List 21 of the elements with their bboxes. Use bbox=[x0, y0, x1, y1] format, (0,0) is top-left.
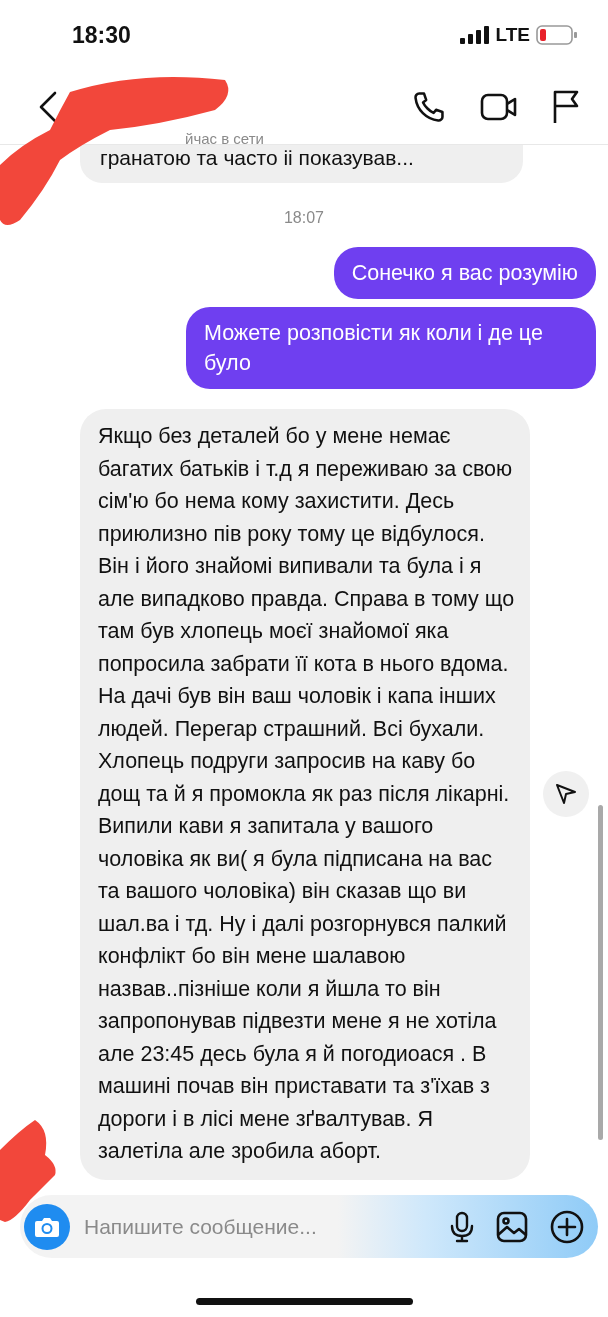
clock: 18:30 bbox=[72, 21, 131, 49]
message-field[interactable]: Напишите сообщение... bbox=[82, 1213, 450, 1240]
share-icon[interactable] bbox=[543, 771, 589, 818]
message-bubble: Можете розповісти як коли і де це було bbox=[186, 307, 596, 389]
video-camera-icon[interactable] bbox=[480, 92, 518, 122]
network-type: LTE bbox=[495, 24, 530, 46]
signal-icon bbox=[459, 26, 490, 44]
message-bubble: Якщо без деталей бо у мене немає багатих батьків і т.д я переживаю за свою сім'ю бо нема кому захистити. Десь приюлизно пів року тому це відбулося. Він і його знайомі випивали та була і я але випадково правда. Справа в тому що там був хлопець моєї знайомої яка попросила забрати її кота в нього вдома. На дачі був він ваш чоловік і капа інших людей. Перегар страшний. Всі бухали. Хлопець подруги запросив на каву бо дощ та й я промокла як раз після лікарні. Випили кави я запитала у вашого чоловіка як ви( я була підписана на вас та вашого чоловіка) він сказав що ви шал.ва і тд. Ну і далі розгорнувся палкий конфлікт бо він мене шалавою назвав..пізніше коли я йшла то він запропонував підвезти мене я не хотіла але 23:45 десь була я й погодиоася . В машині почав він приставати та з'їхав з дороги і в лісі мене зґвалтував. Я залетіла але зробила аборт. bbox=[80, 409, 530, 1180]
online-status: йчас в сети bbox=[185, 130, 264, 147]
phone-icon[interactable] bbox=[412, 90, 446, 124]
timestamp: 18:07 bbox=[283, 209, 324, 227]
battery-icon bbox=[536, 25, 578, 45]
back-icon[interactable] bbox=[38, 91, 58, 123]
flag-icon[interactable] bbox=[552, 90, 580, 124]
add-icon[interactable] bbox=[550, 1209, 584, 1244]
message-bubble: гранатою та часто іі показував... bbox=[80, 145, 523, 183]
image-icon[interactable] bbox=[496, 1210, 528, 1243]
message-composer[interactable]: Напишите сообщение... bbox=[20, 1195, 598, 1258]
camera-icon[interactable] bbox=[24, 1203, 70, 1250]
microphone-icon[interactable] bbox=[450, 1210, 474, 1243]
message-bubble: Сонечко я вас розумію bbox=[333, 247, 596, 299]
